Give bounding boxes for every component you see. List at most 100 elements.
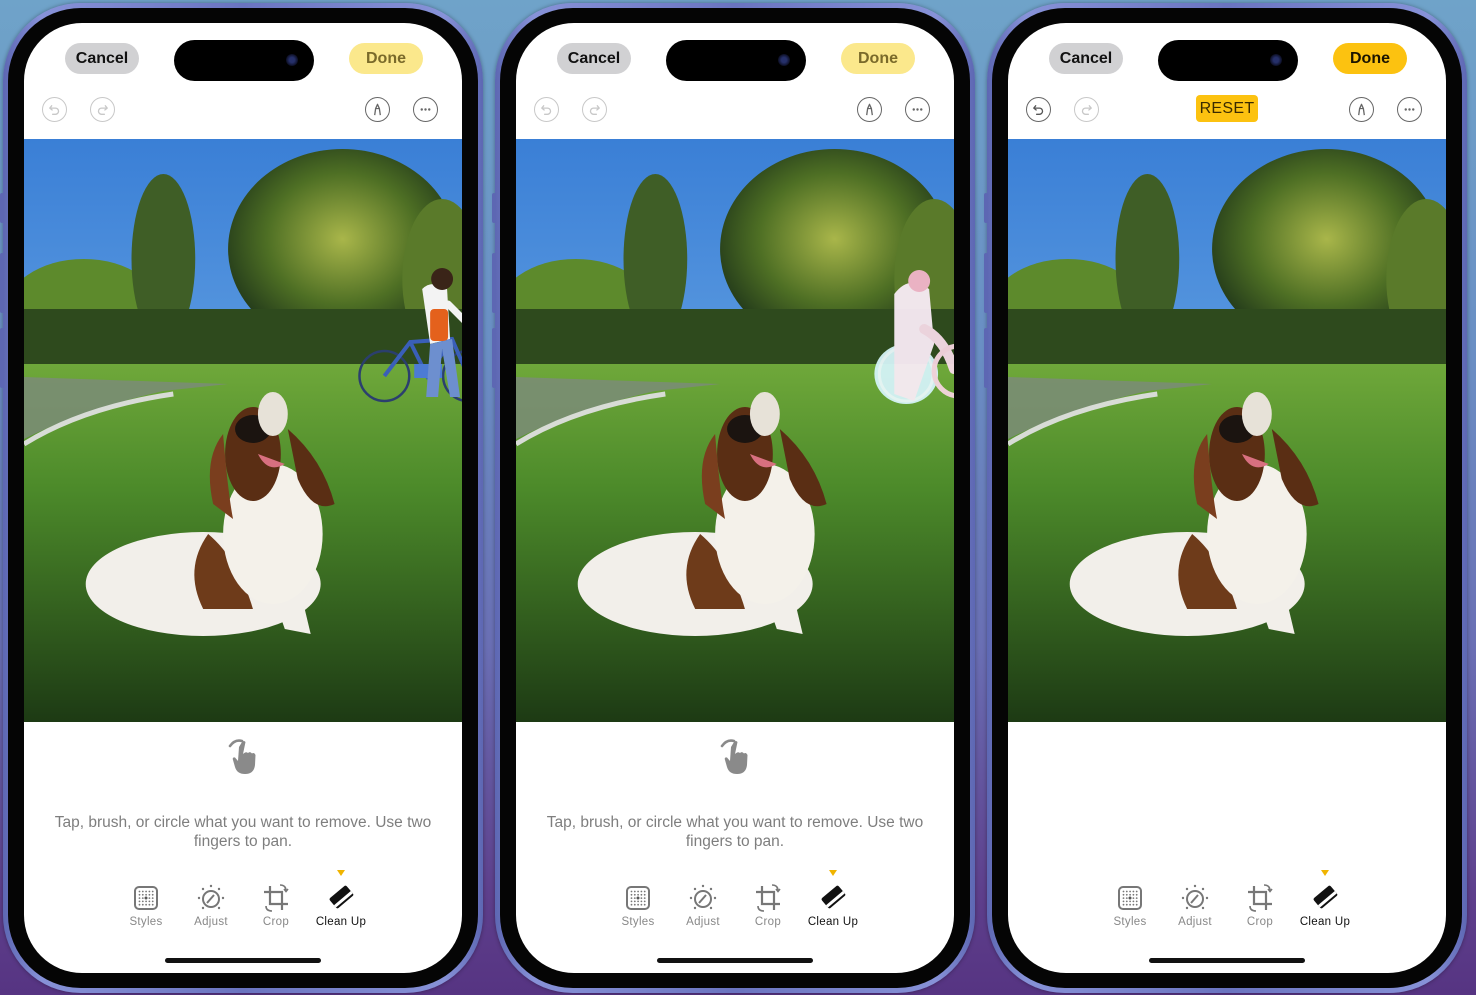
selected-tool-indicator: [337, 870, 345, 876]
done-button[interactable]: Done: [1333, 43, 1407, 74]
park-dog-photo: [1008, 139, 1446, 722]
home-indicator[interactable]: [1149, 958, 1305, 963]
tool-label: Styles: [129, 916, 163, 928]
tool-adjust[interactable]: Adjust: [176, 882, 246, 928]
iphone-frame-selecting: Cancel Done Tap, brush, or circle what y…: [492, 3, 975, 993]
tool-crop[interactable]: Crop: [1225, 882, 1295, 928]
eraser-icon: [817, 882, 849, 914]
more-options-icon[interactable]: [413, 97, 438, 122]
tool-adjust[interactable]: Adjust: [668, 882, 738, 928]
undo-icon[interactable]: [534, 97, 559, 122]
home-indicator[interactable]: [165, 958, 321, 963]
iphone-frame-original: Cancel Done Tap, brush, or circle what y…: [0, 3, 483, 993]
tool-label: Crop: [262, 916, 290, 928]
phone-bezel: Cancel Done RESET Styles Adjust Crop Cle…: [992, 8, 1462, 988]
tool-clean-up[interactable]: Clean Up: [798, 882, 868, 928]
tool-adjust[interactable]: Adjust: [1160, 882, 1230, 928]
cancel-button[interactable]: Cancel: [65, 43, 139, 74]
cleanup-hint-text: Tap, brush, or circle what you want to r…: [54, 814, 432, 850]
redo-icon[interactable]: [90, 97, 115, 122]
more-options-icon[interactable]: [905, 97, 930, 122]
tool-label: Crop: [754, 916, 782, 928]
tool-crop[interactable]: Crop: [241, 882, 311, 928]
photos-edit-screen: Cancel Done Tap, brush, or circle what y…: [516, 23, 954, 973]
photos-edit-screen: Cancel Done RESET Styles Adjust Crop Cle…: [1008, 23, 1446, 973]
cancel-button[interactable]: Cancel: [1049, 43, 1123, 74]
cancel-button[interactable]: Cancel: [557, 43, 631, 74]
tool-clean-up[interactable]: Clean Up: [306, 882, 376, 928]
done-button[interactable]: Done: [349, 43, 423, 74]
crop-rotate-icon: [752, 882, 784, 914]
done-button[interactable]: Done: [841, 43, 915, 74]
styles-grid-icon: [1114, 882, 1146, 914]
cleanup-hint-text: Tap, brush, or circle what you want to r…: [546, 814, 924, 850]
styles-grid-icon: [622, 882, 654, 914]
edit-top-bar: Cancel Done: [24, 40, 462, 81]
volume-up-button: [492, 253, 496, 313]
tool-label: Clean Up: [807, 916, 859, 928]
crop-rotate-icon: [260, 882, 292, 914]
photo-canvas[interactable]: [516, 139, 954, 722]
selected-tool-indicator: [1321, 870, 1329, 876]
eraser-icon: [325, 882, 357, 914]
more-options-icon[interactable]: [1397, 97, 1422, 122]
tool-label: Clean Up: [315, 916, 367, 928]
action-button: [492, 193, 496, 223]
volume-down-button: [984, 328, 988, 388]
park-dog-photo: [516, 139, 954, 722]
styles-grid-icon: [130, 882, 162, 914]
volume-down-button: [0, 328, 4, 388]
tool-label: Clean Up: [1299, 916, 1351, 928]
action-button: [984, 193, 988, 223]
tool-styles[interactable]: Styles: [1095, 882, 1165, 928]
adjust-dial-icon: [195, 882, 227, 914]
eraser-icon: [1309, 882, 1341, 914]
edit-top-bar: Cancel Done: [1008, 40, 1446, 81]
volume-down-button: [492, 328, 496, 388]
tool-crop[interactable]: Crop: [733, 882, 803, 928]
photos-edit-screen: Cancel Done Tap, brush, or circle what y…: [24, 23, 462, 973]
edit-tool-row: [516, 97, 954, 127]
tool-label: Styles: [1113, 916, 1147, 928]
tool-label: Adjust: [1178, 916, 1212, 928]
photo-canvas[interactable]: [1008, 139, 1446, 722]
markup-pen-icon[interactable]: [1349, 97, 1374, 122]
adjust-dial-icon: [1179, 882, 1211, 914]
home-indicator[interactable]: [657, 958, 813, 963]
action-button: [0, 193, 4, 223]
park-dog-photo: [24, 139, 462, 722]
reset-button[interactable]: RESET: [1196, 95, 1258, 122]
redo-icon[interactable]: [1074, 97, 1099, 122]
adjust-dial-icon: [687, 882, 719, 914]
edit-tool-row: RESET: [1008, 95, 1446, 127]
edit-top-bar: Cancel Done: [516, 40, 954, 81]
edit-mode-toolbar: Styles Adjust Crop Clean Up: [516, 868, 954, 938]
front-camera: [1270, 54, 1282, 66]
phone-bezel: Cancel Done Tap, brush, or circle what y…: [500, 8, 970, 988]
volume-up-button: [0, 253, 4, 313]
front-camera: [778, 54, 790, 66]
markup-pen-icon[interactable]: [857, 97, 882, 122]
markup-pen-icon[interactable]: [365, 97, 390, 122]
tool-clean-up[interactable]: Clean Up: [1290, 882, 1360, 928]
dynamic-island: [174, 40, 314, 81]
selected-tool-indicator: [829, 870, 837, 876]
tap-gesture-icon: [718, 737, 752, 777]
tool-styles[interactable]: Styles: [603, 882, 673, 928]
tool-label: Adjust: [194, 916, 228, 928]
edit-mode-toolbar: Styles Adjust Crop Clean Up: [24, 868, 462, 938]
tool-label: Adjust: [686, 916, 720, 928]
edit-mode-toolbar: Styles Adjust Crop Clean Up: [1008, 868, 1446, 938]
undo-icon[interactable]: [42, 97, 67, 122]
tap-gesture-icon: [226, 737, 260, 777]
dynamic-island: [666, 40, 806, 81]
dynamic-island: [1158, 40, 1298, 81]
photo-canvas[interactable]: [24, 139, 462, 722]
undo-icon[interactable]: [1026, 97, 1051, 122]
tool-styles[interactable]: Styles: [111, 882, 181, 928]
redo-icon[interactable]: [582, 97, 607, 122]
volume-up-button: [984, 253, 988, 313]
phone-bezel: Cancel Done Tap, brush, or circle what y…: [8, 8, 478, 988]
front-camera: [286, 54, 298, 66]
crop-rotate-icon: [1244, 882, 1276, 914]
